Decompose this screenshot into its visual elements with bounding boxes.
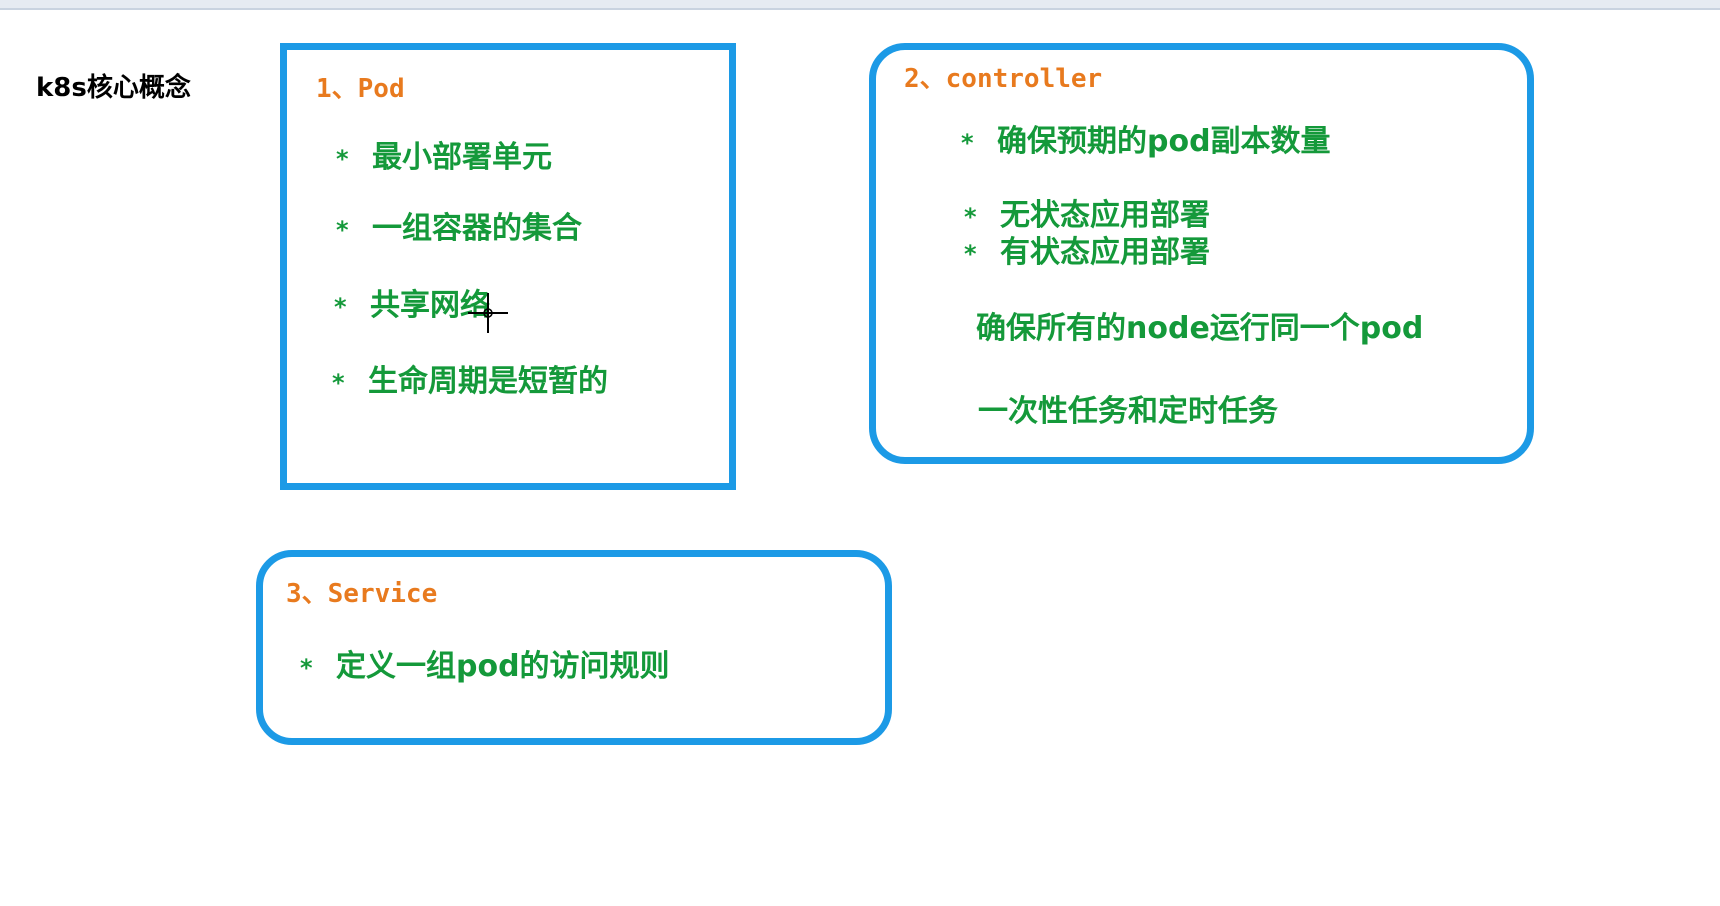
controller-line-2: 一次性任务和定时任务	[978, 394, 1278, 429]
bullet: *	[961, 129, 974, 157]
controller-line-1: 确保所有的node运行同一个pod	[976, 311, 1424, 346]
bullet: *	[300, 654, 313, 682]
pod-box	[280, 43, 736, 490]
pod-item-1: * 最小部署单元	[336, 132, 552, 176]
diagram-canvas: k8s核心概念 1、Pod * 最小部署单元 * 一组容器的集合 * 共享网络 * 生命…	[0, 10, 1720, 906]
bullet: *	[334, 293, 347, 321]
bullet: *	[964, 240, 977, 268]
window-top-bar	[0, 0, 1720, 10]
pod-heading: 1、Pod	[316, 74, 405, 104]
service-item-1: * 定义一组pod的访问规则	[300, 641, 670, 685]
service-item-text: 定义一组pod的访问规则	[336, 649, 670, 684]
bullet: *	[336, 145, 349, 173]
controller-item-1: * 确保预期的pod副本数量	[961, 116, 1331, 160]
bullet: *	[336, 216, 349, 244]
bullet: *	[332, 369, 345, 397]
controller-item-text: 确保预期的pod副本数量	[997, 124, 1331, 159]
pod-item-3: * 共享网络	[334, 280, 490, 324]
pod-item-text: 一组容器的集合	[372, 211, 582, 246]
diagram-title: k8s核心概念	[36, 73, 191, 103]
controller-heading: 2、controller	[904, 64, 1103, 94]
controller-item-3: * 有状态应用部署	[964, 227, 1210, 271]
crosshair-cursor-icon	[468, 293, 508, 333]
pod-item-text: 最小部署单元	[372, 140, 552, 175]
pod-item-text: 生命周期是短暂的	[368, 364, 608, 399]
service-heading: 3、Service	[286, 579, 438, 609]
controller-item-text: 有状态应用部署	[1000, 235, 1210, 270]
pod-item-4: * 生命周期是短暂的	[332, 356, 608, 400]
pod-item-2: * 一组容器的集合	[336, 203, 582, 247]
